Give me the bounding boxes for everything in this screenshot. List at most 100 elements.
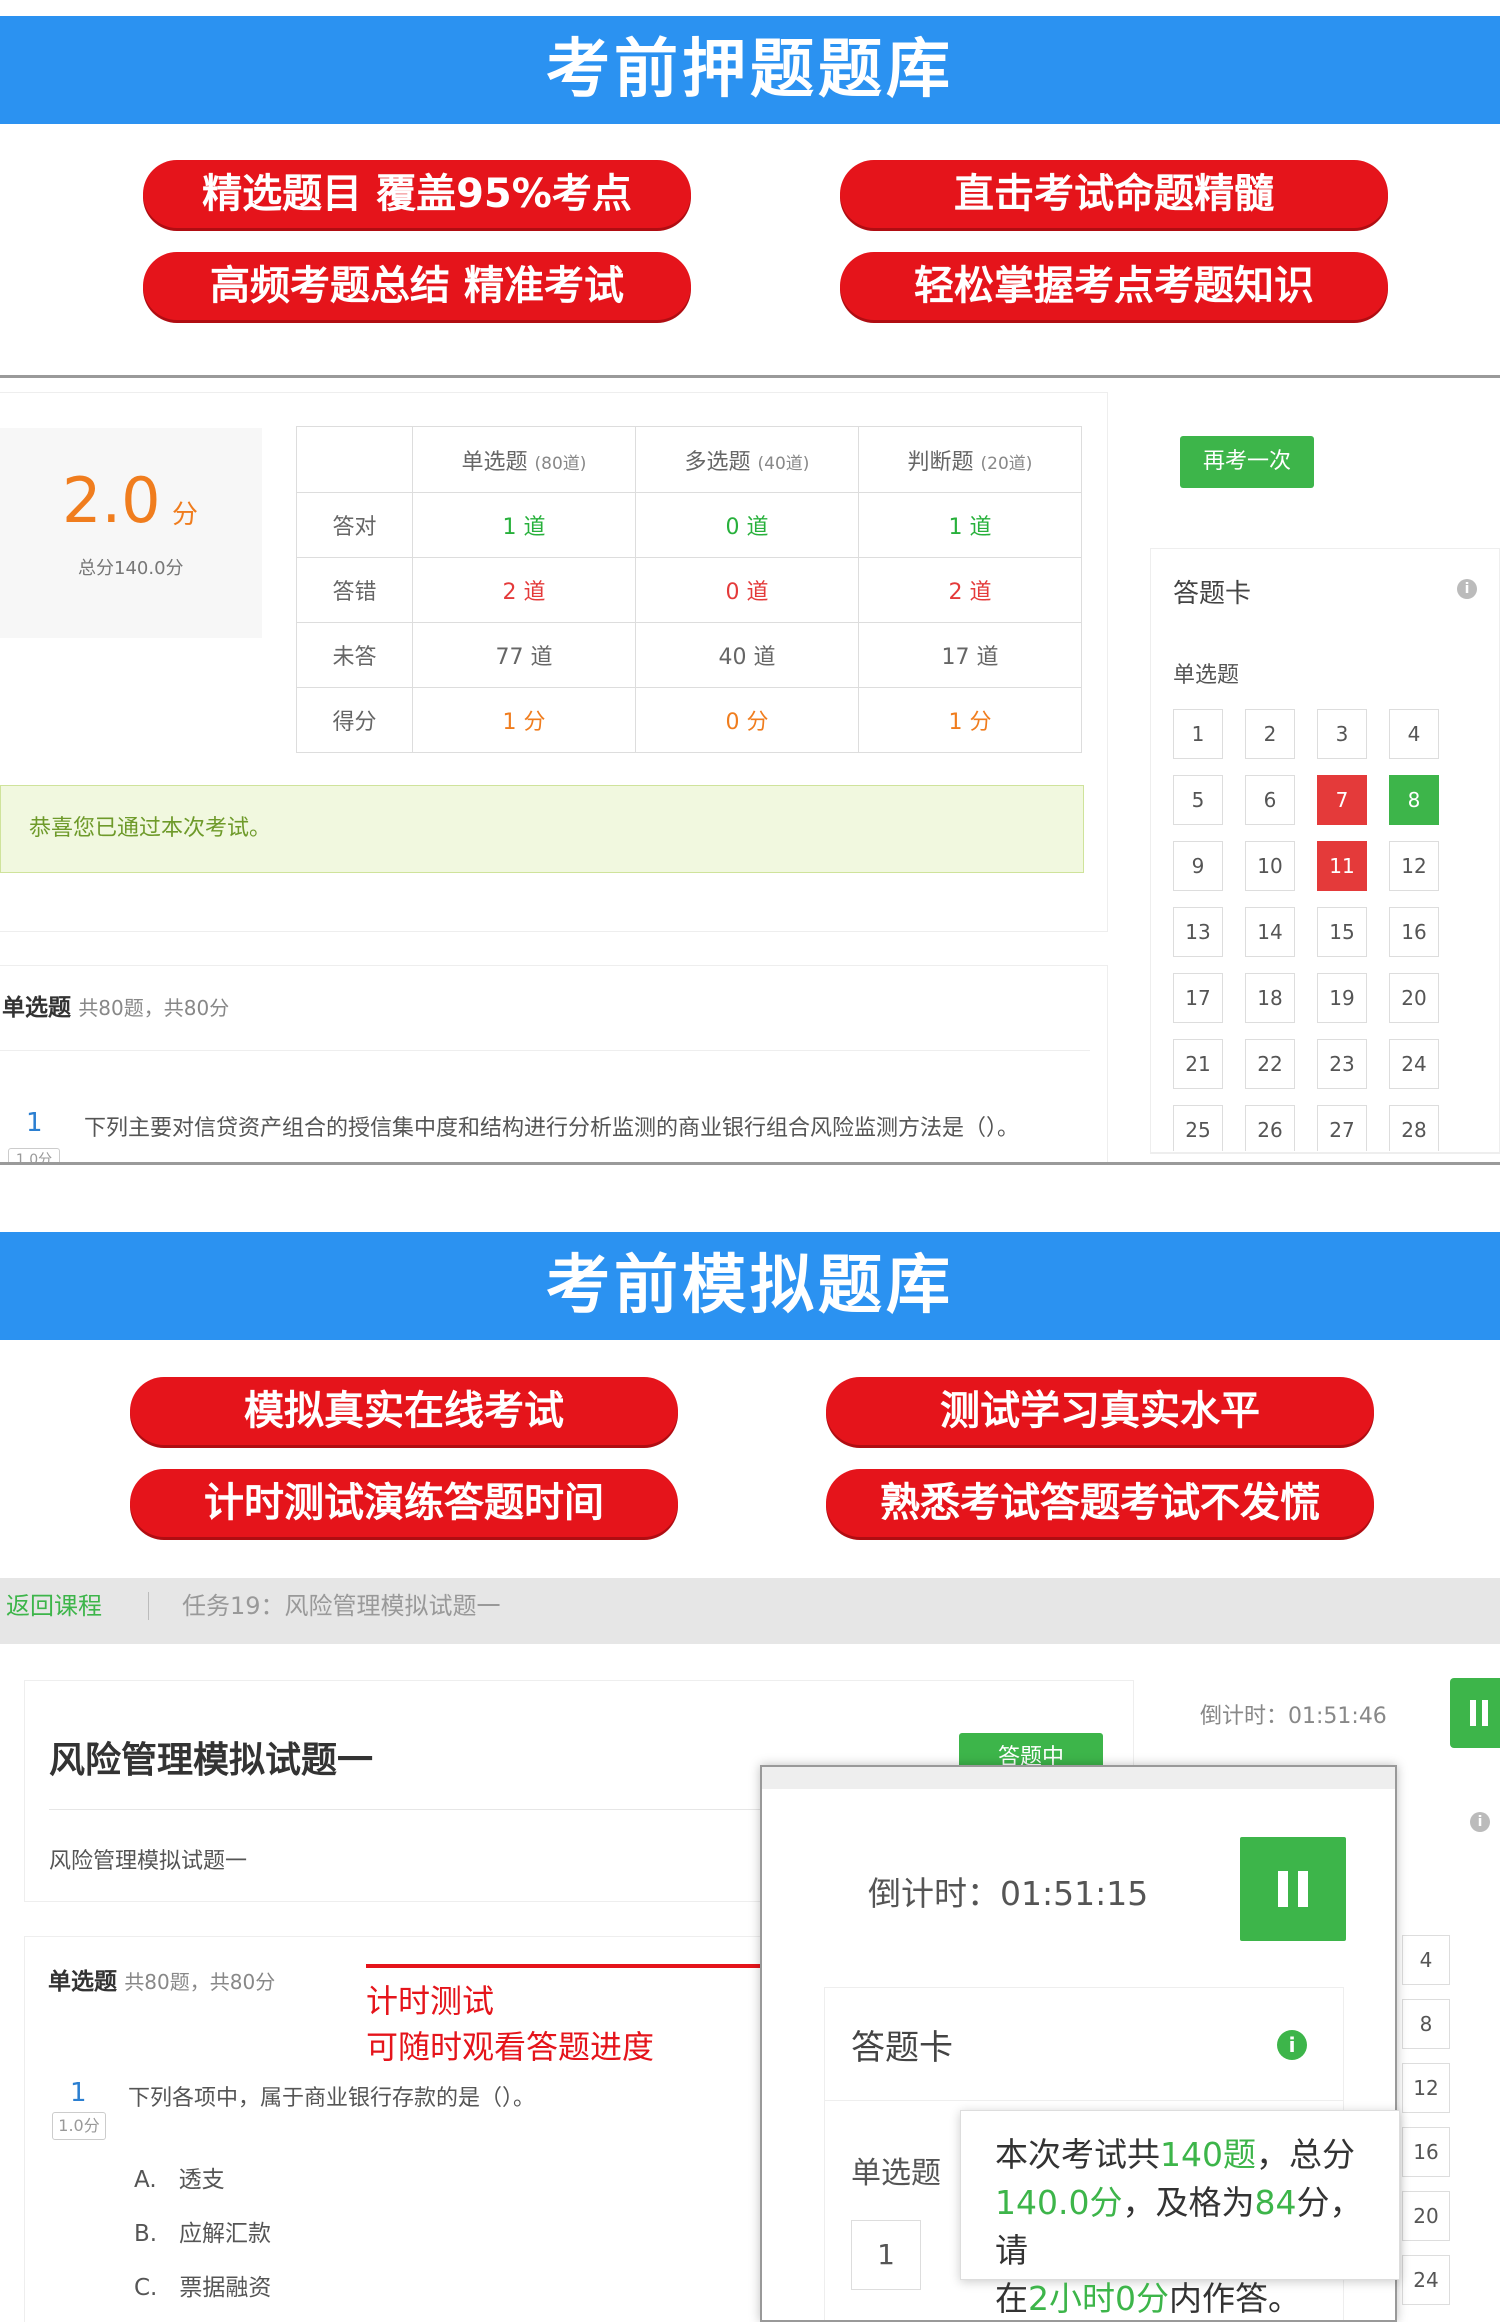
score-box: 2.0 分 总分140.0分: [0, 428, 262, 638]
question-score: 1.0分: [52, 2112, 106, 2140]
divider: [0, 1050, 1090, 1051]
exam-section-heading: 单选题 共80题，共80分: [48, 1962, 275, 1996]
score-value: 2.0: [62, 464, 161, 537]
option-a[interactable]: A. 透支: [134, 2160, 225, 2194]
question-number-button[interactable]: 17: [1173, 973, 1223, 1023]
question-number-button[interactable]: 3: [1317, 709, 1367, 759]
question-number: 1: [26, 1108, 43, 1138]
option-b[interactable]: B. 应解汇款: [134, 2214, 271, 2248]
score-total: 总分140.0分: [78, 558, 184, 579]
question-number-button[interactable]: 24: [1402, 2255, 1450, 2305]
question-number-button[interactable]: 9: [1173, 841, 1223, 891]
question-number-button[interactable]: 16: [1402, 2127, 1450, 2177]
info-icon[interactable]: i: [1277, 2030, 1307, 2060]
exam-title: 风险管理模拟试题一: [49, 1740, 374, 1781]
tip-text: 本次考试共: [995, 2135, 1160, 2174]
answer-card-title: 答题卡: [1173, 579, 1252, 609]
back-to-course-link[interactable]: 返回课程: [6, 1586, 102, 1621]
question-number-button[interactable]: 14: [1245, 907, 1295, 957]
table-cell: 1 道: [412, 492, 636, 558]
info-icon[interactable]: i: [1457, 579, 1477, 599]
option-text: 票据融资: [179, 2275, 272, 2301]
question-number-button[interactable]: 11: [1317, 841, 1367, 891]
question-number-button[interactable]: 16: [1389, 907, 1439, 957]
pause-icon: [1298, 1871, 1308, 1907]
question-number-button[interactable]: 1: [851, 2220, 921, 2290]
table-cell: 0 道: [635, 492, 859, 558]
question-number-button[interactable]: 25: [1173, 1105, 1223, 1151]
option-text: 透支: [178, 2167, 225, 2193]
section-meta: 共80题，共80分: [124, 1970, 276, 1994]
side-number-column: 4 8 12 16 20 24: [1402, 1935, 1452, 2322]
question-number-button[interactable]: 12: [1389, 841, 1439, 891]
table-cell: 2 道: [412, 557, 636, 623]
question-number-button[interactable]: 5: [1173, 775, 1223, 825]
feature-pill-7: 计时测试演练答题时间: [130, 1469, 678, 1537]
question-number-button[interactable]: 13: [1173, 907, 1223, 957]
question-number-button[interactable]: 4: [1402, 1935, 1450, 1985]
section-title: 单选题: [48, 1969, 117, 1995]
exam-subtitle: 风险管理模拟试题一: [49, 1849, 248, 1874]
option-c[interactable]: C. 票据融资: [134, 2268, 271, 2302]
question-number-button[interactable]: 12: [1402, 2063, 1450, 2113]
annotation-text: 计时测试 可随时观看答题进度: [366, 1978, 654, 2070]
tip-highlight: 140题: [1160, 2135, 1256, 2174]
question-number-button[interactable]: 20: [1389, 973, 1439, 1023]
column-count: (20道): [980, 453, 1033, 474]
question-number-button[interactable]: 4: [1389, 709, 1439, 759]
question-text: 下列各项中，属于商业银行存款的是（）。: [128, 2086, 536, 2111]
pass-message: 恭喜您已通过本次考试。: [0, 785, 1084, 873]
question-number-button[interactable]: 8: [1402, 1999, 1450, 2049]
countdown-small: 倒计时：01:51:46: [1200, 1704, 1387, 1729]
question-text: 下列主要对信贷资产组合的授信集中度和结构进行分析监测的商业银行组合风险监测方法是…: [84, 1116, 1020, 1141]
nav-divider: [148, 1592, 149, 1620]
question-number-button[interactable]: 22: [1245, 1039, 1295, 1089]
question-number-button[interactable]: 6: [1245, 775, 1295, 825]
info-icon[interactable]: i: [1470, 1812, 1490, 1832]
section-divider: [0, 375, 1500, 378]
option-letter: A.: [134, 2167, 157, 2193]
feature-pill-3: 高频考题总结 精准考试: [143, 252, 691, 320]
question-number-button[interactable]: 7: [1317, 775, 1367, 825]
question-number-button[interactable]: 23: [1317, 1039, 1367, 1089]
retry-button[interactable]: 再考一次: [1180, 436, 1314, 488]
annotation-line-2: 可随时观看答题进度: [366, 2028, 655, 2066]
question-number-button[interactable]: 20: [1402, 2191, 1450, 2241]
feature-pill-8: 熟悉考试答题考试不发慌: [826, 1469, 1374, 1537]
question-number-button[interactable]: 21: [1173, 1039, 1223, 1089]
section-title: 单选题: [2, 995, 71, 1021]
question-number-button[interactable]: 28: [1389, 1105, 1439, 1151]
question-number-button[interactable]: 24: [1389, 1039, 1439, 1089]
feature-pill-6: 测试学习真实水平: [826, 1377, 1374, 1445]
tip-text: 内作答。: [1169, 2279, 1301, 2318]
table-cell: 1 分: [858, 687, 1082, 753]
section-heading: 单选题 共80题，共80分: [2, 988, 229, 1022]
question-number-button[interactable]: 19: [1317, 973, 1367, 1023]
question-number-button[interactable]: 15: [1317, 907, 1367, 957]
table-cell: 77 道: [412, 622, 636, 688]
tip-text: ，总分: [1256, 2135, 1355, 2174]
pause-button-small[interactable]: [1450, 1678, 1500, 1748]
popup-card-section: 单选题: [851, 2156, 941, 2191]
question-number-button[interactable]: 10: [1245, 841, 1295, 891]
feature-pill-5: 模拟真实在线考试: [130, 1377, 678, 1445]
pause-button[interactable]: [1240, 1837, 1346, 1941]
option-text: 应解汇款: [179, 2221, 272, 2247]
pause-icon: [1278, 1871, 1288, 1907]
question-number-button[interactable]: 2: [1245, 709, 1295, 759]
table-row: 未答 77 道 40 道 17 道: [296, 622, 1082, 688]
annotation-line: [366, 1964, 802, 1968]
popup-top-bar: [762, 1767, 1395, 1789]
table-header: 判断题 (20道): [858, 426, 1082, 493]
table-row: 得分 1 分 0 分 1 分: [296, 687, 1082, 753]
question-number-button[interactable]: 26: [1245, 1105, 1295, 1151]
column-count: (40道): [757, 453, 810, 474]
question-number-button[interactable]: 1: [1173, 709, 1223, 759]
question-number-button[interactable]: 18: [1245, 973, 1295, 1023]
table-row: 答错 2 道 0 道 2 道: [296, 557, 1082, 623]
result-table: 单选题 (80道) 多选题 (40道) 判断题 (20道) 答对 1 道 0 道…: [296, 426, 1082, 753]
score-unit: 分: [172, 500, 199, 530]
question-number-button[interactable]: 8: [1389, 775, 1439, 825]
answer-card-grid: 1 2 3 4 5 6 7 8 9 10 11 12 13 14 15 16 17 18 19 20 21 22 23 24 2…: [1173, 709, 1473, 1151]
question-number-button[interactable]: 27: [1317, 1105, 1367, 1151]
